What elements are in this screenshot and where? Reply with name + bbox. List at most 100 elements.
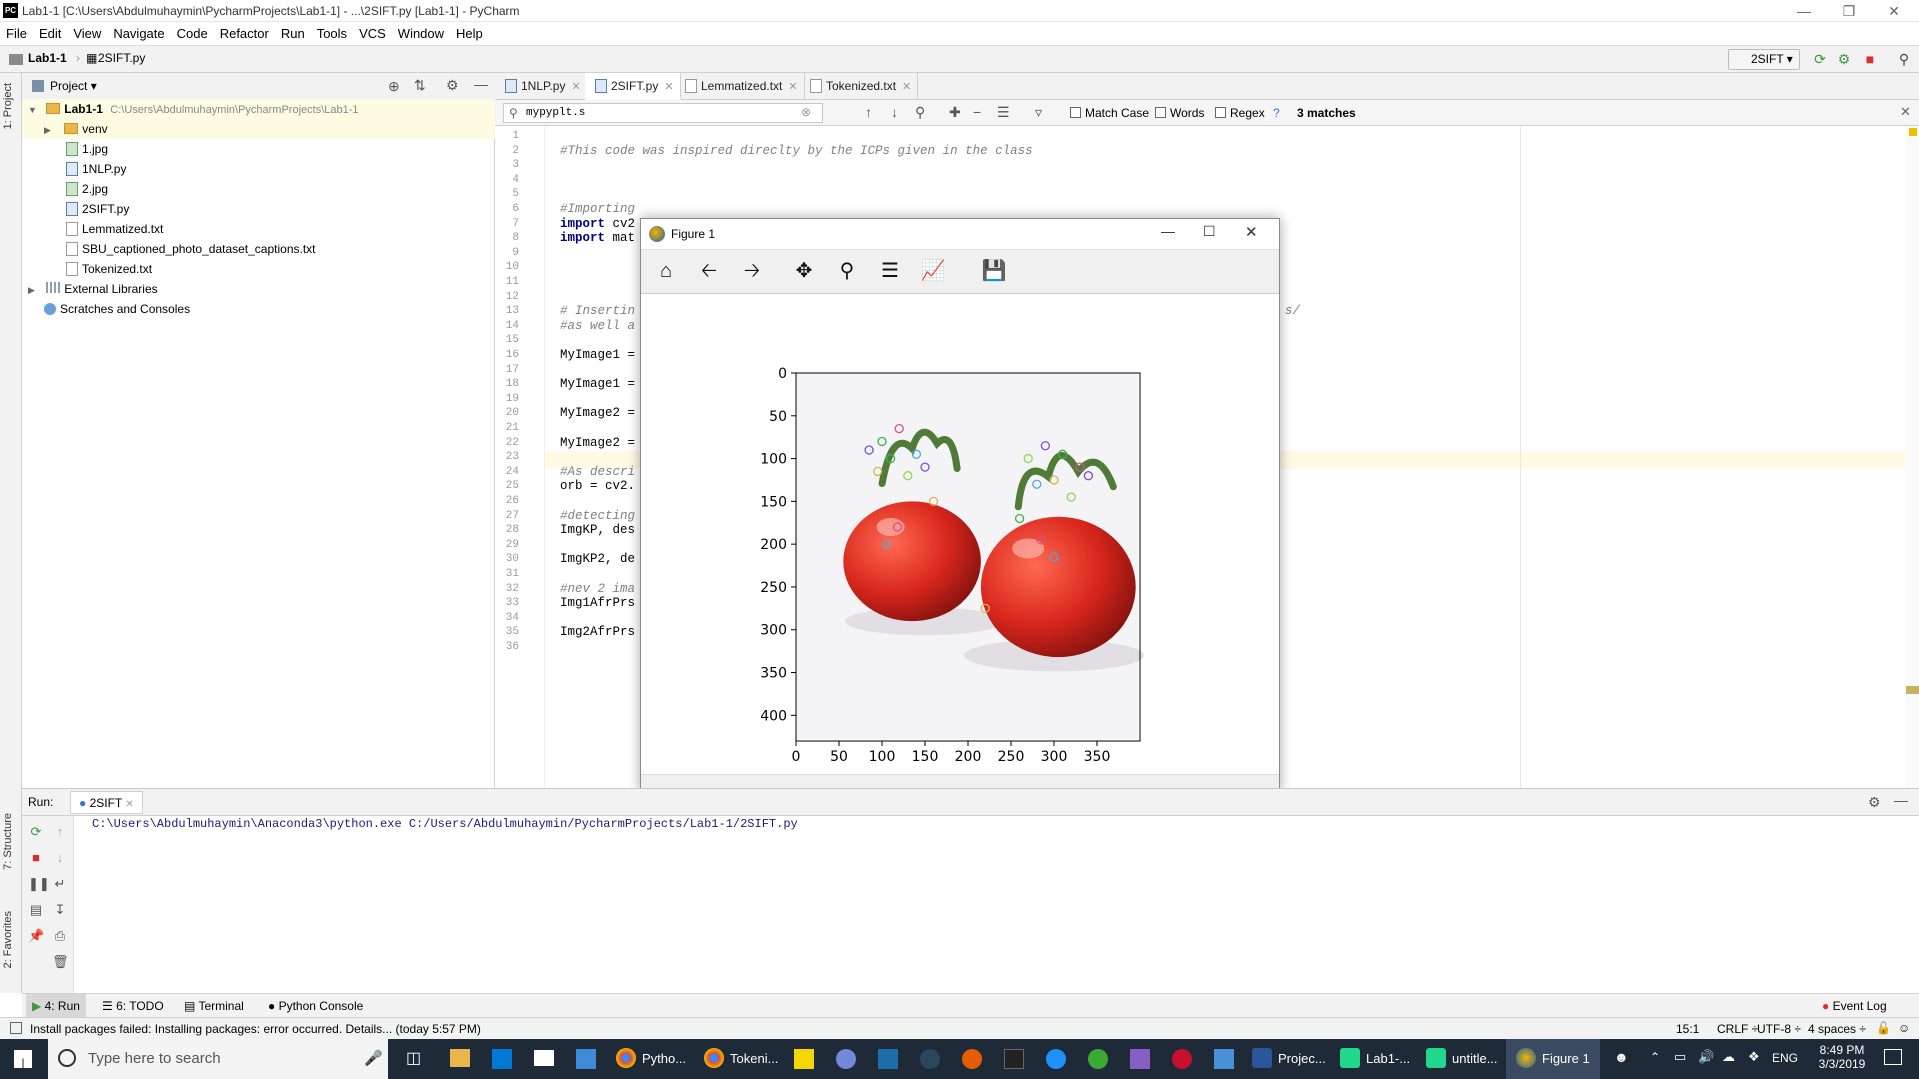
save-icon[interactable]: 💾	[981, 258, 1007, 284]
menu-refactor[interactable]: Refactor	[214, 22, 275, 46]
locate-icon[interactable]: ⊕	[388, 78, 400, 95]
back-icon[interactable]: 🡠	[696, 258, 722, 284]
people-icon[interactable]: ☻	[1614, 1049, 1629, 1065]
todo-tool-tab[interactable]: ☰ 6: TODO	[96, 994, 170, 1018]
taskbar-search-input[interactable]: Type here to search	[48, 1039, 388, 1079]
tree-item-external-libraries[interactable]: ▶ External Libraries	[22, 279, 495, 299]
microphone-icon[interactable]: 🎤	[364, 1049, 383, 1067]
stop-icon[interactable]: ■	[28, 850, 44, 866]
minimize-icon[interactable]: —	[1161, 223, 1175, 239]
terminal-tool-tab[interactable]: ▤ Terminal	[178, 994, 250, 1018]
python-console-tool-tab[interactable]: ● Python Console	[262, 994, 369, 1018]
inspector-icon[interactable]: ☺	[1898, 1021, 1910, 1035]
pan-icon[interactable]: ✥	[791, 258, 817, 284]
run-configuration-select[interactable]: 2SIFT ▾	[1728, 49, 1800, 70]
project-view-select[interactable]: Project ▾	[50, 79, 97, 93]
tab-lemmatized[interactable]: Lemmatized.txt ✕	[675, 73, 805, 100]
tool-windows-icon[interactable]	[10, 1022, 22, 1034]
next-occurrence-icon[interactable]: ↓	[891, 104, 898, 120]
menu-edit[interactable]: Edit	[33, 22, 67, 46]
up-icon[interactable]: ↑	[52, 824, 68, 840]
code-line[interactable]: MyImage2 =	[560, 436, 635, 450]
menu-help[interactable]: Help	[450, 22, 489, 46]
code-line[interactable]: Img2AfrPrs	[560, 625, 635, 639]
find-input[interactable]: mypyplt.s	[503, 103, 823, 123]
words-checkbox[interactable]: Words	[1155, 106, 1204, 120]
tree-item-venv[interactable]: ▶ venv	[22, 119, 495, 139]
find-all-icon[interactable]: ⚲	[915, 104, 925, 121]
line-separator[interactable]: CRLF ÷	[1717, 1022, 1758, 1036]
breadcrumb-file[interactable]: 2SIFT.py	[98, 51, 145, 65]
forward-icon[interactable]: 🡢	[739, 258, 765, 284]
taskbar-chrome-python[interactable]: Pytho...	[616, 1039, 686, 1079]
match-case-checkbox[interactable]: Match Case	[1070, 106, 1149, 120]
steam-icon[interactable]	[920, 1049, 940, 1069]
code-line[interactable]: #Importing	[560, 202, 635, 216]
code-line[interactable]: import mat	[560, 231, 635, 245]
code-line[interactable]: # Insertin	[560, 304, 635, 318]
menu-code[interactable]: Code	[171, 22, 214, 46]
menu-tools[interactable]: Tools	[311, 22, 353, 46]
tab-1nlp[interactable]: 1NLP.py ✕	[495, 73, 588, 100]
event-log-tool-tab[interactable]: ● Event Log	[1816, 994, 1893, 1018]
sticky-notes-icon[interactable]	[794, 1049, 814, 1069]
taskbar-word[interactable]: Projec...	[1252, 1039, 1326, 1079]
menu-run[interactable]: Run	[275, 22, 311, 46]
close-tab-icon[interactable]: ✕	[571, 81, 580, 93]
tree-item-file[interactable]: 1NLP.py	[22, 159, 495, 179]
close-tab-icon[interactable]: ✕	[664, 81, 673, 93]
pause-icon[interactable]: ❚❚	[28, 876, 50, 892]
settings-gear-icon[interactable]: ⚙	[446, 77, 459, 94]
tree-item-scratches[interactable]: Scratches and Consoles	[22, 299, 495, 319]
hide-panel-icon[interactable]: —	[474, 76, 488, 92]
app-icon[interactable]	[1214, 1049, 1234, 1069]
tree-item-file[interactable]: Lemmatized.txt	[22, 219, 495, 239]
trash-icon[interactable]: 🗑	[52, 954, 69, 970]
file-explorer-icon[interactable]	[450, 1049, 470, 1067]
code-line[interactable]: orb = cv2.	[560, 479, 635, 493]
scroll-to-end-icon[interactable]: ↧	[52, 902, 68, 918]
restore-icon[interactable]: ❐	[1833, 0, 1865, 22]
remove-occurrence-icon[interactable]: −	[973, 104, 981, 120]
figure-canvas[interactable]: 0 50 100 150 200 250 300 350 400 0 50 100 150 200 250 3…	[641, 294, 1279, 774]
warning-icon[interactable]	[1909, 128, 1917, 136]
taskbar-pycharm-lab[interactable]: Lab1-...	[1340, 1039, 1410, 1079]
edit-axes-icon[interactable]: 📈	[920, 258, 946, 284]
stop-icon[interactable]: ■	[1862, 51, 1878, 67]
status-message[interactable]: Install packages failed: Installing pack…	[30, 1022, 481, 1036]
outlook-icon[interactable]	[492, 1049, 512, 1069]
breadcrumb-project[interactable]: Lab1-1	[28, 51, 67, 65]
store-icon[interactable]	[576, 1049, 596, 1069]
code-line[interactable]: MyImage1 =	[560, 377, 635, 391]
minimize-icon[interactable]: —	[1788, 0, 1820, 22]
clear-search-icon[interactable]: ⊗	[801, 105, 811, 119]
project-tool-tab[interactable]: 1: Project	[2, 83, 14, 129]
tree-root[interactable]: ▼ Lab1-1 C:\Users\Abdulmuhaymin\PycharmP…	[22, 99, 495, 119]
down-icon[interactable]: ↓	[52, 850, 68, 866]
app-icon[interactable]	[878, 1049, 898, 1069]
rerun-icon[interactable]: ⟳	[28, 824, 44, 840]
tree-item-file[interactable]: 1.jpg	[22, 139, 495, 159]
run-tool-tab[interactable]: ▶ 4: Run	[26, 994, 86, 1018]
home-icon[interactable]: ⌂	[653, 258, 679, 284]
menu-view[interactable]: View	[67, 22, 107, 46]
tree-item-file[interactable]: 2SIFT.py	[22, 199, 495, 219]
language-indicator[interactable]: ENG	[1772, 1051, 1798, 1065]
previous-occurrence-icon[interactable]: ↑	[865, 104, 872, 120]
action-center-icon[interactable]	[1884, 1049, 1902, 1065]
close-icon[interactable]: ✕	[1878, 0, 1910, 22]
run-tab[interactable]: ● 2SIFT ✕	[70, 791, 143, 814]
hide-panel-icon[interactable]: —	[1894, 792, 1908, 808]
taskbar-figure[interactable]: Figure 1	[1506, 1039, 1600, 1079]
zoom-icon[interactable]: ⚲	[834, 258, 860, 284]
code-line[interactable]: #As descri	[560, 465, 635, 479]
search-everywhere-icon[interactable]: ⚲	[1896, 51, 1912, 67]
regex-help-link[interactable]: ?	[1273, 106, 1280, 120]
soft-wrap-icon[interactable]: ↵	[52, 876, 68, 892]
epic-games-icon[interactable]	[1004, 1049, 1024, 1069]
taskbar-pycharm-untitled[interactable]: untitle...	[1426, 1039, 1498, 1079]
code-line[interactable]: ImgKP2, de	[560, 552, 635, 566]
maximize-icon[interactable]: ☐	[1203, 223, 1216, 240]
structure-tool-tab[interactable]: 7: Structure	[2, 813, 14, 870]
menu-file[interactable]: File	[0, 22, 33, 46]
